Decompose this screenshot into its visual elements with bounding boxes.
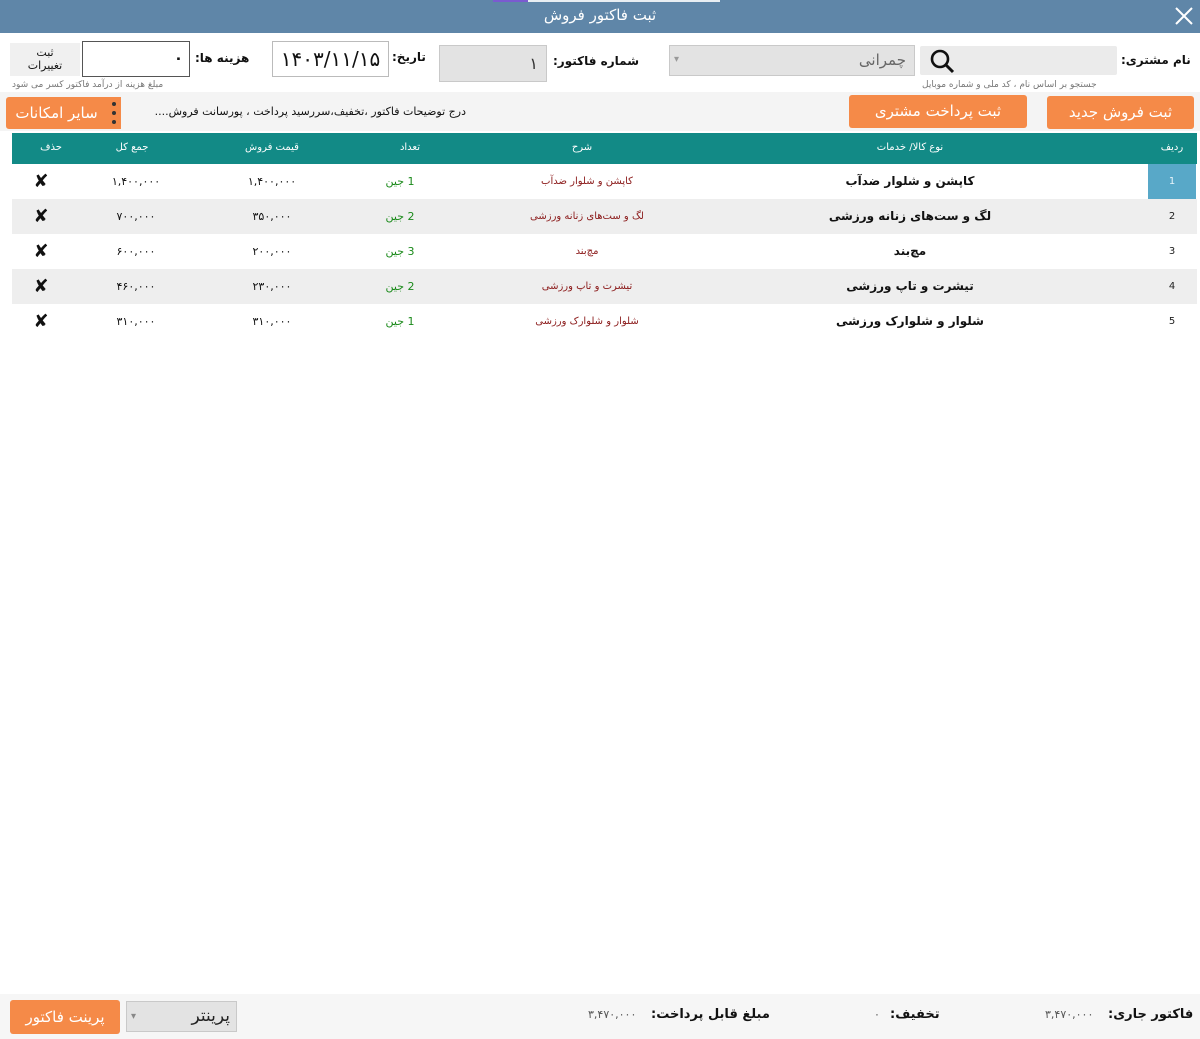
row-unit-price: ۳۱۰,۰۰۰: [252, 315, 292, 328]
table-row[interactable]: 3 مچ‌بند مچ‌بند 3 جین ۲۰۰,۰۰۰ ۶۰۰,۰۰۰ ✘: [12, 234, 1197, 269]
row-unit-price: ۱,۴۰۰,۰۰۰: [247, 175, 297, 188]
more-options-icon[interactable]: [107, 97, 121, 129]
row-quantity: 2 جین: [385, 280, 415, 293]
row-total: ۳۱۰,۰۰۰: [116, 315, 156, 328]
close-icon[interactable]: [1172, 4, 1196, 28]
save-changes-label-line1: ثبت: [36, 46, 54, 59]
customer-selected-value: چمرانی: [858, 51, 906, 69]
table-row[interactable]: 2 لگ و ست‌های زنانه ورزشی لگ و ست‌های زن…: [12, 199, 1197, 234]
row-index: 1: [1148, 164, 1196, 199]
delete-icon[interactable]: ✘: [26, 164, 56, 199]
row-index: 2: [1168, 211, 1176, 222]
delete-icon[interactable]: ✘: [26, 234, 56, 269]
row-total: ۴۶۰,۰۰۰: [116, 280, 156, 293]
customer-label: نام مشتری:: [1121, 53, 1191, 67]
row-total: ۶۰۰,۰۰۰: [116, 245, 156, 258]
table-row[interactable]: 1 کاپشن و شلوار ضدآب کاپشن و شلوار ضدآب …: [12, 164, 1197, 199]
discount-label: تخفیف:: [890, 1007, 940, 1022]
row-description: مچ‌بند: [575, 246, 599, 257]
print-invoice-button[interactable]: پرینت فاکتور: [10, 1000, 120, 1034]
costs-label: هزینه ها:: [195, 51, 250, 65]
table-row[interactable]: 5 شلوار و شلوارک ورزشی شلوار و شلوارک ور…: [12, 304, 1197, 339]
row-description: لگ و ست‌های زنانه ورزشی: [530, 211, 644, 222]
row-description: کاپشن و شلوار ضدآب: [541, 176, 633, 187]
title-bar: ثبت فاکتور فروش: [0, 0, 1200, 33]
window-title: ثبت فاکتور فروش: [543, 6, 657, 24]
chevron-down-icon: ▾: [674, 54, 680, 65]
customer-select[interactable]: ▾ چمرانی: [669, 45, 915, 76]
row-unit-price: ۲۰۰,۰۰۰: [252, 245, 292, 258]
costs-hint: مبلغ هزینه از درآمد فاکتور کسر می شود: [12, 80, 164, 90]
row-index: 5: [1168, 316, 1176, 327]
row-description: تیشرت و تاپ ورزشی: [541, 281, 633, 292]
row-index: 4: [1168, 281, 1176, 292]
date-value: ۱۴۰۳/۱۱/۱۵: [280, 47, 381, 71]
chevron-down-icon: ▾: [131, 1011, 137, 1022]
row-quantity: 3 جین: [385, 245, 415, 258]
customer-payment-button[interactable]: ثبت پرداخت مشتری: [849, 95, 1027, 128]
row-item-name: کاپشن و شلوار ضدآب: [845, 174, 975, 188]
header-item: نوع کالا/ خدمات: [876, 142, 944, 153]
row-total: ۱,۴۰۰,۰۰۰: [111, 175, 161, 188]
payable-label: مبلغ قابل پرداخت:: [651, 1007, 770, 1022]
header-delete: حذف: [40, 142, 62, 153]
row-quantity: 1 جین: [385, 315, 415, 328]
printer-select-value: پرینتر: [191, 1006, 230, 1026]
invoice-items-table: ردیف نوع کالا/ خدمات شرح تعداد قیمت فروش…: [12, 133, 1197, 339]
header-description: شرح: [571, 142, 593, 153]
table-row[interactable]: 4 تیشرت و تاپ ورزشی تیشرت و تاپ ورزشی 2 …: [12, 269, 1197, 304]
discount-value: ۰: [874, 1008, 880, 1021]
row-quantity: 2 جین: [385, 210, 415, 223]
title-accent-mark: [493, 0, 528, 2]
date-field[interactable]: ۱۴۰۳/۱۱/۱۵: [272, 41, 389, 77]
new-sale-button[interactable]: ثبت فروش جدید: [1047, 96, 1194, 129]
row-index: 3: [1168, 246, 1176, 257]
search-icon[interactable]: [920, 46, 962, 75]
invoice-description-link[interactable]: درج توضیحات فاکتور ،تخفیف،سررسید پرداخت …: [126, 105, 466, 118]
payable-value: ۳,۴۷۰,۰۰۰: [588, 1008, 637, 1021]
costs-input[interactable]: ۰: [82, 41, 190, 77]
row-item-name: لگ و ست‌های زنانه ورزشی: [828, 209, 992, 223]
delete-icon[interactable]: ✘: [26, 269, 56, 304]
date-label: تاریخ:: [392, 50, 426, 64]
save-changes-button[interactable]: ثبت تغییرات: [10, 43, 80, 76]
header-total: جمع کل: [115, 142, 149, 153]
invoice-number-label: شماره فاکتور:: [553, 54, 639, 68]
header-index: ردیف: [1160, 142, 1184, 153]
row-item-name: مچ‌بند: [893, 244, 927, 258]
save-changes-label-line2: تغییرات: [27, 59, 63, 72]
row-quantity: 1 جین: [385, 175, 415, 188]
row-description: شلوار و شلوارک ورزشی: [535, 316, 639, 327]
row-item-name: تیشرت و تاپ ورزشی: [846, 279, 974, 293]
invoice-number-field: ۱: [439, 45, 547, 82]
header-quantity: تعداد: [399, 142, 421, 153]
current-invoice-label: فاکتور جاری:: [1108, 1007, 1194, 1022]
delete-icon[interactable]: ✘: [26, 199, 56, 234]
header-unit-price: قیمت فروش: [245, 142, 299, 153]
row-unit-price: ۳۵۰,۰۰۰: [252, 210, 292, 223]
more-options-button[interactable]: سایر امکانات: [6, 97, 107, 129]
table-header: ردیف نوع کالا/ خدمات شرح تعداد قیمت فروش…: [12, 133, 1197, 164]
invoice-number-value: ۱: [529, 54, 538, 73]
customer-search-hint: جستجو بر اساس نام ، کد ملی و شماره موبای…: [922, 80, 1097, 90]
current-invoice-value: ۳,۴۷۰,۰۰۰: [1045, 1008, 1094, 1021]
costs-value: ۰: [173, 49, 183, 67]
row-item-name: شلوار و شلوارک ورزشی: [836, 314, 984, 328]
printer-select[interactable]: ▾ پرینتر: [126, 1001, 237, 1032]
row-unit-price: ۲۳۰,۰۰۰: [252, 280, 292, 293]
row-total: ۷۰۰,۰۰۰: [116, 210, 156, 223]
delete-icon[interactable]: ✘: [26, 304, 56, 339]
